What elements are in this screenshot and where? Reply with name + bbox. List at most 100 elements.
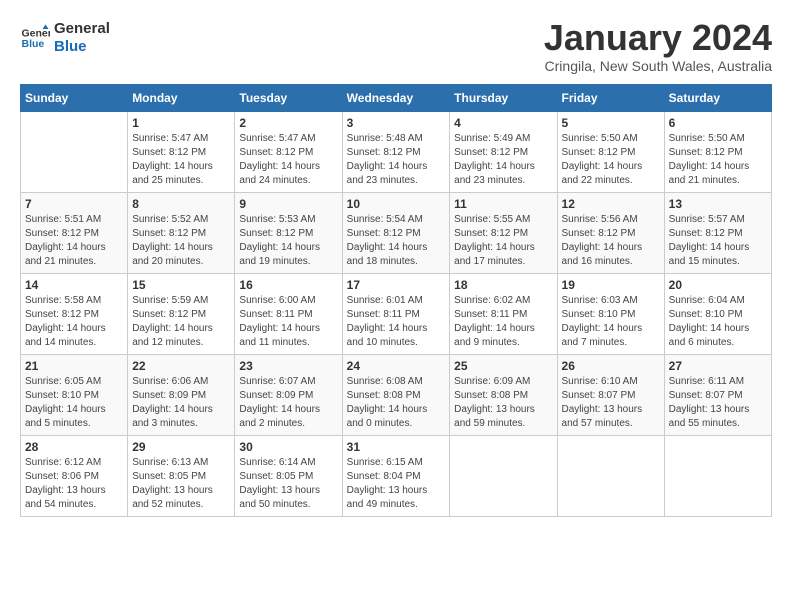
month-title: January 2024 bbox=[544, 20, 772, 56]
day-info: Sunrise: 5:51 AM Sunset: 8:12 PM Dayligh… bbox=[25, 213, 123, 269]
calendar-day-cell: 27Sunrise: 6:11 AM Sunset: 8:07 PM Dayli… bbox=[664, 355, 771, 436]
day-number: 31 bbox=[347, 440, 446, 454]
day-info: Sunrise: 6:08 AM Sunset: 8:08 PM Dayligh… bbox=[347, 375, 446, 431]
logo-line2: Blue bbox=[54, 38, 110, 56]
day-info: Sunrise: 6:15 AM Sunset: 8:04 PM Dayligh… bbox=[347, 456, 446, 512]
day-info: Sunrise: 6:14 AM Sunset: 8:05 PM Dayligh… bbox=[239, 456, 337, 512]
calendar-day-cell bbox=[21, 112, 128, 193]
day-number: 20 bbox=[669, 278, 767, 292]
calendar-day-cell: 23Sunrise: 6:07 AM Sunset: 8:09 PM Dayli… bbox=[235, 355, 342, 436]
day-info: Sunrise: 5:59 AM Sunset: 8:12 PM Dayligh… bbox=[132, 294, 230, 350]
day-info: Sunrise: 6:13 AM Sunset: 8:05 PM Dayligh… bbox=[132, 456, 230, 512]
day-number: 26 bbox=[562, 359, 660, 373]
calendar-day-cell: 7 Sunrise: 5:51 AM Sunset: 8:12 PM Daylig… bbox=[21, 193, 128, 274]
calendar-day-cell: 11Sunrise: 5:55 AM Sunset: 8:12 PM Dayli… bbox=[450, 193, 557, 274]
day-number: 9 bbox=[239, 197, 337, 211]
day-number: 1 bbox=[132, 116, 230, 130]
day-number: 22 bbox=[132, 359, 230, 373]
day-number: 30 bbox=[239, 440, 337, 454]
day-info: Sunrise: 5:58 AM Sunset: 8:12 PM Dayligh… bbox=[25, 294, 123, 350]
day-info: Sunrise: 6:12 AM Sunset: 8:06 PM Dayligh… bbox=[25, 456, 123, 512]
day-number: 13 bbox=[669, 197, 767, 211]
day-of-week-header: Wednesday bbox=[342, 85, 450, 112]
day-number: 3 bbox=[347, 116, 446, 130]
day-info: Sunrise: 5:50 AM Sunset: 8:12 PM Dayligh… bbox=[669, 132, 767, 188]
day-number: 18 bbox=[454, 278, 552, 292]
day-number: 15 bbox=[132, 278, 230, 292]
calendar-week-row: 7 Sunrise: 5:51 AM Sunset: 8:12 PM Daylig… bbox=[21, 193, 772, 274]
day-number: 6 bbox=[669, 116, 767, 130]
day-number: 10 bbox=[347, 197, 446, 211]
day-of-week-header: Monday bbox=[128, 85, 235, 112]
calendar-week-row: 14 Sunrise: 5:58 AM Sunset: 8:12 PM Dayli… bbox=[21, 274, 772, 355]
day-info: Sunrise: 6:06 AM Sunset: 8:09 PM Dayligh… bbox=[132, 375, 230, 431]
day-info: Sunrise: 6:00 AM Sunset: 8:11 PM Dayligh… bbox=[239, 294, 337, 350]
day-number: 21 bbox=[25, 359, 123, 373]
day-number: 19 bbox=[562, 278, 660, 292]
day-number: 16 bbox=[239, 278, 337, 292]
calendar-day-cell: 13 Sunrise: 5:57 AM Sunset: 8:12 PM Dayli… bbox=[664, 193, 771, 274]
location-title: Cringila, New South Wales, Australia bbox=[544, 58, 772, 74]
calendar-week-row: 1 Sunrise: 5:47 AM Sunset: 8:12 PM Daylig… bbox=[21, 112, 772, 193]
day-number: 28 bbox=[25, 440, 123, 454]
calendar-day-cell: 26Sunrise: 6:10 AM Sunset: 8:07 PM Dayli… bbox=[557, 355, 664, 436]
calendar-day-cell: 15 Sunrise: 5:59 AM Sunset: 8:12 PM Dayli… bbox=[128, 274, 235, 355]
calendar-day-cell: 2 Sunrise: 5:47 AM Sunset: 8:12 PM Daylig… bbox=[235, 112, 342, 193]
day-info: Sunrise: 6:01 AM Sunset: 8:11 PM Dayligh… bbox=[347, 294, 446, 350]
day-number: 23 bbox=[239, 359, 337, 373]
day-info: Sunrise: 5:47 AM Sunset: 8:12 PM Dayligh… bbox=[132, 132, 230, 188]
day-info: Sunrise: 5:54 AM Sunset: 8:12 PM Dayligh… bbox=[347, 213, 446, 269]
day-number: 14 bbox=[25, 278, 123, 292]
calendar-day-cell bbox=[557, 436, 664, 517]
day-info: Sunrise: 6:09 AM Sunset: 8:08 PM Dayligh… bbox=[454, 375, 552, 431]
calendar-day-cell: 14 Sunrise: 5:58 AM Sunset: 8:12 PM Dayli… bbox=[21, 274, 128, 355]
calendar-day-cell: 12Sunrise: 5:56 AM Sunset: 8:12 PM Dayli… bbox=[557, 193, 664, 274]
day-number: 8 bbox=[132, 197, 230, 211]
calendar-week-row: 21 Sunrise: 6:05 AM Sunset: 8:10 PM Dayli… bbox=[21, 355, 772, 436]
day-number: 17 bbox=[347, 278, 446, 292]
calendar-day-cell: 21 Sunrise: 6:05 AM Sunset: 8:10 PM Dayli… bbox=[21, 355, 128, 436]
calendar-day-cell: 10 Sunrise: 5:54 AM Sunset: 8:12 PM Dayli… bbox=[342, 193, 450, 274]
calendar-day-cell: 22 Sunrise: 6:06 AM Sunset: 8:09 PM Dayli… bbox=[128, 355, 235, 436]
day-info: Sunrise: 6:04 AM Sunset: 8:10 PM Dayligh… bbox=[669, 294, 767, 350]
day-number: 2 bbox=[239, 116, 337, 130]
calendar-day-cell bbox=[664, 436, 771, 517]
day-of-week-header: Saturday bbox=[664, 85, 771, 112]
calendar-day-cell: 28 Sunrise: 6:12 AM Sunset: 8:06 PM Dayli… bbox=[21, 436, 128, 517]
calendar-day-cell: 24 Sunrise: 6:08 AM Sunset: 8:08 PM Dayli… bbox=[342, 355, 450, 436]
day-info: Sunrise: 5:50 AM Sunset: 8:12 PM Dayligh… bbox=[562, 132, 660, 188]
day-number: 25 bbox=[454, 359, 552, 373]
day-info: Sunrise: 5:49 AM Sunset: 8:12 PM Dayligh… bbox=[454, 132, 552, 188]
day-number: 29 bbox=[132, 440, 230, 454]
calendar-day-cell: 31 Sunrise: 6:15 AM Sunset: 8:04 PM Dayli… bbox=[342, 436, 450, 517]
calendar-day-cell: 19 Sunrise: 6:03 AM Sunset: 8:10 PM Dayli… bbox=[557, 274, 664, 355]
day-of-week-header: Friday bbox=[557, 85, 664, 112]
day-info: Sunrise: 6:02 AM Sunset: 8:11 PM Dayligh… bbox=[454, 294, 552, 350]
day-info: Sunrise: 5:53 AM Sunset: 8:12 PM Dayligh… bbox=[239, 213, 337, 269]
calendar-day-cell: 29 Sunrise: 6:13 AM Sunset: 8:05 PM Dayli… bbox=[128, 436, 235, 517]
header: General Blue General Blue January 2024 C… bbox=[20, 20, 772, 74]
calendar-day-cell: 4 Sunrise: 5:49 AM Sunset: 8:12 PM Daylig… bbox=[450, 112, 557, 193]
header-row: SundayMondayTuesdayWednesdayThursdayFrid… bbox=[21, 85, 772, 112]
calendar-day-cell: 25 Sunrise: 6:09 AM Sunset: 8:08 PM Dayli… bbox=[450, 355, 557, 436]
day-info: Sunrise: 5:47 AM Sunset: 8:12 PM Dayligh… bbox=[239, 132, 337, 188]
day-number: 24 bbox=[347, 359, 446, 373]
day-number: 4 bbox=[454, 116, 552, 130]
day-number: 7 bbox=[25, 197, 123, 211]
calendar-day-cell: 3Sunrise: 5:48 AM Sunset: 8:12 PM Daylig… bbox=[342, 112, 450, 193]
day-info: Sunrise: 5:57 AM Sunset: 8:12 PM Dayligh… bbox=[669, 213, 767, 269]
day-info: Sunrise: 6:05 AM Sunset: 8:10 PM Dayligh… bbox=[25, 375, 123, 431]
logo-line1: General bbox=[54, 20, 110, 38]
day-of-week-header: Tuesday bbox=[235, 85, 342, 112]
calendar-day-cell: 8Sunrise: 5:52 AM Sunset: 8:12 PM Daylig… bbox=[128, 193, 235, 274]
day-info: Sunrise: 6:03 AM Sunset: 8:10 PM Dayligh… bbox=[562, 294, 660, 350]
day-info: Sunrise: 5:55 AM Sunset: 8:12 PM Dayligh… bbox=[454, 213, 552, 269]
calendar-week-row: 28 Sunrise: 6:12 AM Sunset: 8:06 PM Dayli… bbox=[21, 436, 772, 517]
calendar-table: SundayMondayTuesdayWednesdayThursdayFrid… bbox=[20, 84, 772, 517]
day-number: 12 bbox=[562, 197, 660, 211]
svg-text:Blue: Blue bbox=[22, 38, 45, 50]
day-number: 27 bbox=[669, 359, 767, 373]
day-number: 5 bbox=[562, 116, 660, 130]
calendar-day-cell: 1 Sunrise: 5:47 AM Sunset: 8:12 PM Daylig… bbox=[128, 112, 235, 193]
calendar-day-cell: 6 Sunrise: 5:50 AM Sunset: 8:12 PM Daylig… bbox=[664, 112, 771, 193]
